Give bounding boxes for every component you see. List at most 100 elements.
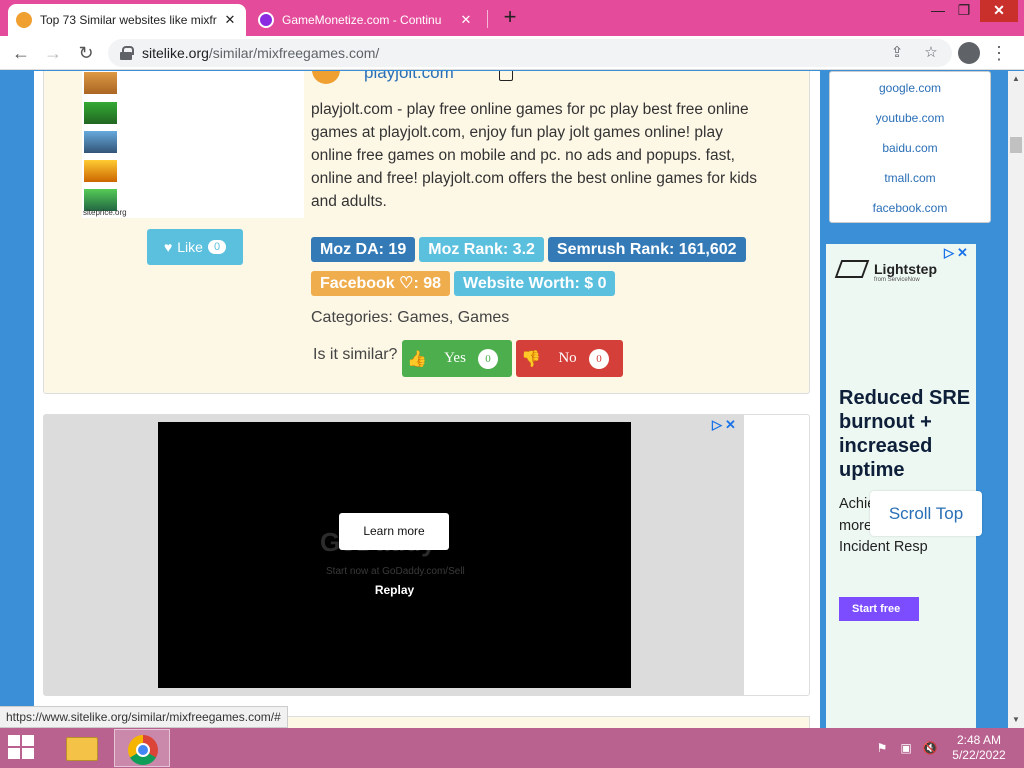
learn-more-button[interactable]: Learn more [339,513,449,550]
sitelike-favicon-icon [16,12,32,28]
tab-sitelike[interactable]: Top 73 Similar websites like mixfr ✕ [8,4,246,36]
lightstep-brand-sub: from ServiceNow [874,277,920,283]
sidebar-link-baidu[interactable]: baidu.com [830,141,990,155]
site-name-link[interactable]: playjolt.com [364,71,454,83]
minimize-button[interactable]: — [928,0,948,22]
site-logo-icon [312,71,340,84]
start-free-button[interactable]: Start free [839,597,919,621]
scroll-down-icon[interactable]: ▼ [1008,712,1024,728]
status-bar-url: https://www.sitelike.org/similar/mixfree… [0,706,288,728]
site-description: playjolt.com - play free online games fo… [311,101,758,210]
folder-icon [66,737,98,761]
page-viewport: siteprice.org ♥ Like 0 playjolt.com play… [0,71,1008,728]
sidebar-link-facebook[interactable]: facebook.com [830,201,990,215]
ad-headline: Reduced SRE burnout + increased uptime [839,387,971,481]
scroll-top-button[interactable]: Scroll Top [870,491,982,536]
lightstep-logo-icon [834,260,870,278]
tab-close-icon[interactable]: ✕ [222,12,238,28]
tab-strip: Top 73 Similar websites like mixfr ✕ Gam… [0,0,1024,36]
game-thumb-icon [84,102,117,124]
vote-yes-label: Yes [444,350,466,366]
popular-sites-list: google.com youtube.com baidu.com tmall.c… [829,71,991,223]
similar-question: Is it similar? [313,346,398,363]
tab-close-icon[interactable]: ✕ [458,12,474,28]
tab-gamemonetize[interactable]: GameMonetize.com - Continu ✕ [250,4,482,36]
moz-rank-badge: Moz Rank: 3.2 [419,237,544,262]
scroll-thumb[interactable] [1010,137,1022,153]
maximize-button[interactable]: ❐ [954,0,974,22]
moz-da-badge: Moz DA: 19 [311,237,416,262]
edit-icon[interactable] [499,71,513,81]
categories-text: Categories: Games, Games [311,309,510,326]
browser-toolbar: ← → ↻ sitelike.org/similar/mixfreegames.… [0,36,1024,70]
tab-separator [487,10,488,28]
profile-avatar-icon[interactable] [958,42,980,64]
windows-logo-icon [22,748,34,759]
system-clock[interactable]: 2:48 AM 5/22/2022 [944,733,1014,763]
thumbs-down-icon: 👎 [521,349,541,368]
windows-taskbar: ⚑ ▣ 🔇 2:48 AM 5/22/2022 [0,728,1024,768]
start-button[interactable] [8,735,36,761]
vote-yes-button[interactable]: 👍 Yes 0 [402,340,512,377]
back-arrow-icon[interactable]: ← [8,40,34,66]
windows-logo-icon [22,735,34,746]
vote-yes-count: 0 [478,348,498,369]
url-path: /similar/mixfreegames.com/ [208,45,380,61]
chrome-icon [128,735,158,765]
like-count: 0 [207,240,227,254]
windows-logo-icon [8,735,20,746]
reload-icon[interactable]: ↻ [73,40,99,66]
video-ad-container: ▷✕ GoDaddy Start now at GoDaddy.com/Sell… [43,414,810,696]
new-tab-button[interactable]: + [498,6,522,30]
site-thumbnail[interactable]: siteprice.org [82,71,304,218]
lock-icon [120,46,134,60]
metric-badges-row: Facebook ♡: 98 Website Worth: $ 0 [311,271,616,296]
page-scrollbar[interactable]: ▲ ▼ [1008,71,1024,728]
ad-choices-icon[interactable]: ▷✕ [944,245,971,261]
clock-date: 5/22/2022 [952,748,1006,762]
replay-button[interactable]: Replay [158,583,631,597]
thumbs-up-icon: 👍 [407,349,427,368]
tab-title: Top 73 Similar websites like mixfr [40,13,217,27]
game-thumb-icon [84,160,117,182]
menu-kebab-icon[interactable]: ⋮ [990,40,1008,66]
ad-subtitle: Start now at GoDaddy.com/Sell [326,566,465,577]
lightstep-ad[interactable]: ▷✕ Lightstep from ServiceNow Reduced SRE… [826,244,976,728]
bookmark-star-icon[interactable]: ☆ [920,42,942,64]
close-window-button[interactable]: ✕ [980,0,1018,22]
semrush-rank-badge: Semrush Rank: 161,602 [547,237,746,262]
tab-title: GameMonetize.com - Continu [282,13,442,27]
forward-arrow-icon[interactable]: → [40,40,66,66]
facebook-badge: Facebook ♡: 98 [311,271,451,296]
vote-no-count: 0 [589,348,609,369]
heart-icon: ♥ [163,239,173,255]
video-player[interactable]: GoDaddy Start now at GoDaddy.com/Sell Le… [158,422,631,688]
vote-no-button[interactable]: 👎 No 0 [516,340,623,377]
address-bar[interactable]: sitelike.org/similar/mixfreegames.com/ ⇪… [108,39,952,67]
similar-site-card: siteprice.org ♥ Like 0 playjolt.com play… [43,71,810,394]
network-icon[interactable]: ▣ [898,741,914,755]
action-center-flag-icon[interactable]: ⚑ [874,741,890,755]
clock-time: 2:48 AM [956,733,1002,747]
vote-no-label: No [558,350,577,366]
metric-badges-row: Moz DA: 19 Moz Rank: 3.2 Semrush Rank: 1… [311,237,746,262]
game-thumb-icon [84,131,117,153]
website-worth-badge: Website Worth: $ 0 [454,271,616,296]
video-ad-frame: ▷✕ GoDaddy Start now at GoDaddy.com/Sell… [44,415,744,695]
like-button[interactable]: ♥ Like 0 [147,229,243,265]
like-label: Like [177,239,203,255]
gamemonetize-favicon-icon [258,12,274,28]
file-explorer-taskbar-button[interactable] [54,729,110,767]
sidebar-link-youtube[interactable]: youtube.com [830,111,990,125]
share-icon[interactable]: ⇪ [886,42,908,64]
ad-choices-icon[interactable]: ▷✕ [712,417,739,433]
volume-muted-icon[interactable]: 🔇 [922,741,938,755]
windows-logo-icon [8,748,20,759]
sidebar-link-google[interactable]: google.com [830,81,990,95]
sidebar-link-tmall[interactable]: tmall.com [830,171,990,185]
thumbnail-caption: siteprice.org [83,208,127,217]
chrome-taskbar-button[interactable] [114,729,170,767]
scroll-up-icon[interactable]: ▲ [1008,71,1024,87]
url-host: sitelike.org [142,45,209,61]
main-content: siteprice.org ♥ Like 0 playjolt.com play… [34,71,820,728]
